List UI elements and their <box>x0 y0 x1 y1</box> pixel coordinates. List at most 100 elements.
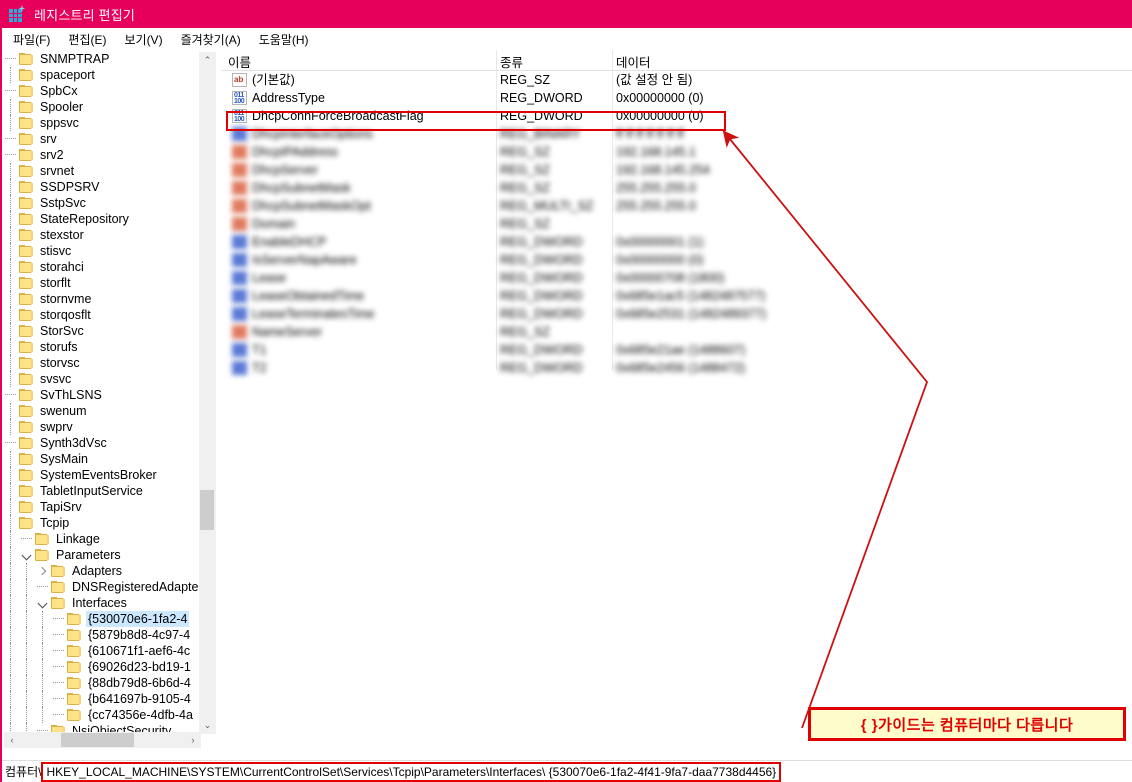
value-row[interactable]: T1 REG_DWORD 0x685e21ae (1488607) <box>222 341 1132 359</box>
tree-item[interactable]: {b641697b-9105-4 <box>3 691 201 707</box>
value-row[interactable]: EnableDHCP REG_DWORD 0x00000001 (1) <box>222 233 1132 251</box>
values-list-rows[interactable]: ab (기본값) REG_SZ (값 설정 안 됨) 011 100 AddressType… <box>222 71 1132 377</box>
menu-edit[interactable]: 편집(E) <box>59 29 115 50</box>
tree-item[interactable]: stisvc <box>3 243 201 259</box>
folder-icon <box>35 548 50 562</box>
value-row[interactable]: LeaseObtainedTime REG_DWORD 0x685e1ac5 (14… <box>222 287 1132 305</box>
tree-item[interactable]: TapiSrv <box>3 499 201 515</box>
tree-item-label: StateRepository <box>40 212 129 226</box>
scroll-up-icon[interactable]: ⌃ <box>199 52 216 69</box>
tree-item[interactable]: swprv <box>3 419 201 435</box>
tree-item[interactable]: storahci <box>3 259 201 275</box>
tree-item[interactable]: DNSRegisteredAdapter <box>3 579 201 595</box>
chevron-down-icon[interactable] <box>35 595 51 611</box>
menu-help[interactable]: 도움말(H) <box>250 29 318 50</box>
tree-connector-line <box>19 531 35 547</box>
value-row[interactable]: 011 100 DhcpConnForceBroadcastFlag REG_DWOR… <box>222 107 1132 125</box>
tree-item[interactable]: storflt <box>3 275 201 291</box>
column-header-data[interactable]: 데이터 <box>616 52 651 71</box>
folder-icon <box>19 68 34 82</box>
column-header-type[interactable]: 종류 <box>500 52 523 71</box>
value-row[interactable]: IsServerNapAware REG_DWORD 0x00000000 (0) <box>222 251 1132 269</box>
tree-item[interactable]: srv2 <box>3 147 201 163</box>
tree-item[interactable]: SysMain <box>3 451 201 467</box>
folder-icon <box>19 260 34 274</box>
tree-vscroll-thumb[interactable] <box>200 490 214 530</box>
tree-item[interactable]: Synth3dVsc <box>3 435 201 451</box>
tree-item[interactable]: {5879b8d8-4c97-4 <box>3 627 201 643</box>
tree-item[interactable]: Parameters <box>3 547 201 563</box>
registry-tree[interactable]: SNMPTRAP spaceport SpbCx Spooler sppsvc srv sr… <box>3 51 201 735</box>
tree-item[interactable]: Spooler <box>3 99 201 115</box>
tree-item[interactable]: {530070e6-1fa2-4 <box>3 611 201 627</box>
tree-connector-line <box>3 339 19 355</box>
chevron-right-icon[interactable] <box>35 563 51 579</box>
tree-item[interactable]: swenum <box>3 403 201 419</box>
value-name-cell: T2 <box>232 359 267 377</box>
tree-item[interactable]: StorSvc <box>3 323 201 339</box>
tree-item[interactable]: SSDPSRV <box>3 179 201 195</box>
value-type-cell: REG_SZ <box>500 181 551 195</box>
tree-item[interactable]: SNMPTRAP <box>3 51 201 67</box>
tree-item[interactable]: Interfaces <box>3 595 201 611</box>
tree-item[interactable]: svsvc <box>3 371 201 387</box>
tree-item[interactable]: storufs <box>3 339 201 355</box>
tree-item[interactable]: SvThLSNS <box>3 387 201 403</box>
tree-vertical-scrollbar[interactable]: ⌃ ⌄ <box>198 52 216 734</box>
tree-indent-guide <box>35 707 51 723</box>
tree-item[interactable]: TabletInputService <box>3 483 201 499</box>
value-row[interactable]: LeaseTerminatesTime REG_DWORD 0x685e2531 (… <box>222 305 1132 323</box>
tree-item[interactable]: StateRepository <box>3 211 201 227</box>
value-data-cell: 192.168.145.1 <box>616 145 696 159</box>
value-row[interactable]: DhcpIPAddress REG_SZ 192.168.145.1 <box>222 143 1132 161</box>
value-row[interactable]: T2 REG_DWORD 0x685e2456 (1488472) <box>222 359 1132 377</box>
tree-connector-line <box>3 211 19 227</box>
tree-item[interactable]: storqosflt <box>3 307 201 323</box>
value-row[interactable]: NameServer REG_SZ <box>222 323 1132 341</box>
tree-hscroll-thumb[interactable] <box>61 733 134 747</box>
tree-item[interactable]: {610671f1-aef6-4c <box>3 643 201 659</box>
tree-item[interactable]: srv <box>3 131 201 147</box>
value-row[interactable]: Lease REG_DWORD 0x00000708 (1800) <box>222 269 1132 287</box>
value-row[interactable]: DhcpSubnetMask REG_SZ 255.255.255.0 <box>222 179 1132 197</box>
value-row[interactable]: DhcpSubnetMaskOpt REG_MULTI_SZ 255.255.255… <box>222 197 1132 215</box>
tree-item[interactable]: Linkage <box>3 531 201 547</box>
tree-item[interactable]: {cc74356e-4dfb-4a <box>3 707 201 723</box>
tree-item[interactable]: spaceport <box>3 67 201 83</box>
value-name-cell: 011 100 AddressType <box>232 89 325 107</box>
tree-item-label: storqosflt <box>40 308 91 322</box>
column-header-name[interactable]: 이름 <box>228 52 251 71</box>
tree-item[interactable]: Adapters <box>3 563 201 579</box>
tree-item[interactable]: stexstor <box>3 227 201 243</box>
value-row[interactable]: DhcpServer REG_SZ 192.168.145.254 <box>222 161 1132 179</box>
value-row[interactable]: Domain REG_SZ <box>222 215 1132 233</box>
menu-favorites[interactable]: 즐겨찾기(A) <box>172 29 250 50</box>
tree-item-label: swenum <box>40 404 87 418</box>
value-row[interactable]: ab (기본값) REG_SZ (값 설정 안 됨) <box>222 71 1132 89</box>
tree-item[interactable]: stornvme <box>3 291 201 307</box>
tree-connector-line <box>51 659 67 675</box>
tree-item[interactable]: Tcpip <box>3 515 201 531</box>
tree-item[interactable]: SystemEventsBroker <box>3 467 201 483</box>
value-row[interactable]: DhcpInterfaceOptions REG_BINARY ff ff ff f… <box>222 125 1132 143</box>
value-type-cell: REG_MULTI_SZ <box>500 199 594 213</box>
value-row[interactable]: 011 100 AddressType REG_DWORD 0x00000000 (0) <box>222 89 1132 107</box>
tree-item-label: stexstor <box>40 228 84 242</box>
tree-item[interactable]: {69026d23-bd19-1 <box>3 659 201 675</box>
tree-item[interactable]: {88db79d8-6b6d-4 <box>3 675 201 691</box>
tree-item[interactable]: srvnet <box>3 163 201 179</box>
menu-file[interactable]: 파일(F) <box>4 29 59 50</box>
menu-view[interactable]: 보기(V) <box>115 29 171 50</box>
tree-item[interactable]: storvsc <box>3 355 201 371</box>
chevron-down-icon[interactable] <box>19 547 35 563</box>
value-name-label: DhcpSubnetMaskOpt <box>252 199 371 213</box>
tree-item-label: SystemEventsBroker <box>40 468 157 482</box>
scroll-down-icon[interactable]: ⌄ <box>199 717 216 734</box>
tree-item[interactable]: SstpSvc <box>3 195 201 211</box>
tree-item[interactable]: sppsvc <box>3 115 201 131</box>
scroll-right-icon[interactable]: › <box>185 732 201 748</box>
scroll-left-icon[interactable]: ‹ <box>4 732 20 748</box>
tree-horizontal-scrollbar[interactable]: ‹ › <box>4 732 201 748</box>
tree-connector-line <box>51 675 67 691</box>
tree-item[interactable]: SpbCx <box>3 83 201 99</box>
